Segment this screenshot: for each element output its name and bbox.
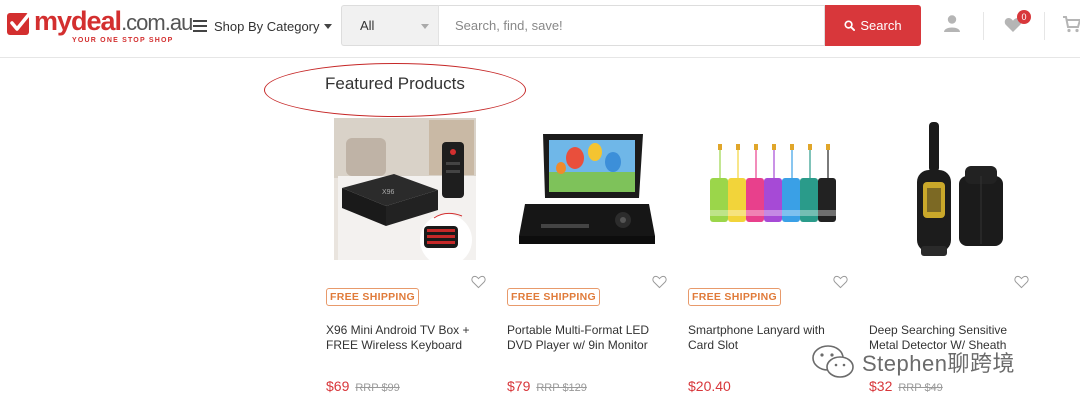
rrp-price: RRP $49 — [898, 382, 943, 394]
sale-price: $20.40 — [688, 378, 731, 394]
search-icon — [844, 20, 856, 31]
chevron-down-icon — [421, 24, 429, 29]
search-category-value: All — [360, 18, 375, 33]
user-account-icon[interactable] — [943, 14, 961, 33]
search-button[interactable]: Search — [825, 5, 921, 46]
divider — [983, 12, 984, 40]
wishlist-count-badge: 0 — [1017, 10, 1031, 24]
free-shipping-badge: FREE SHIPPING — [507, 288, 600, 306]
wechat-icon — [812, 345, 854, 378]
search-button-label: Search — [860, 18, 902, 33]
checkmark-logo-icon — [7, 11, 32, 35]
header-divider — [0, 57, 1080, 58]
search-category-select[interactable]: All — [341, 5, 438, 46]
logo-wordmark: mydeal.com.au — [34, 6, 193, 36]
product-image-dvd-player[interactable] — [515, 118, 657, 260]
sale-price: $32 — [869, 378, 893, 394]
product-title[interactable]: X96 Mini Android TV Box + FREE Wireless … — [326, 323, 486, 353]
sale-price: $79 — [507, 378, 531, 394]
svg-text:X96: X96 — [382, 189, 395, 196]
sale-price: $69 — [326, 378, 350, 394]
product-image-lanyards[interactable] — [696, 118, 838, 260]
divider — [1044, 12, 1045, 40]
heart-outline-icon[interactable] — [833, 275, 848, 289]
free-shipping-badge: FREE SHIPPING — [688, 288, 781, 306]
shop-by-category-label: Shop By Category — [214, 18, 320, 34]
product-card[interactable]: FREE SHIPPING Portable Multi-Format LED … — [507, 118, 675, 410]
cart-icon[interactable] — [1063, 16, 1080, 33]
heart-outline-icon[interactable] — [471, 275, 486, 289]
shop-by-category-menu[interactable]: Shop By Category — [193, 14, 332, 38]
product-price: $79 RRP $129 — [507, 378, 587, 396]
product-title[interactable]: Portable Multi-Format LED DVD Player w/ … — [507, 323, 667, 353]
heart-outline-icon[interactable] — [1014, 275, 1029, 289]
hamburger-icon — [193, 20, 207, 32]
product-price: $32 RRP $49 — [869, 378, 943, 396]
site-header: mydeal.com.au YOUR ONE STOP SHOP Shop By… — [0, 0, 1080, 52]
product-price: $69 RRP $99 — [326, 378, 400, 396]
mydeal-logo[interactable]: mydeal.com.au YOUR ONE STOP SHOP — [6, 6, 193, 44]
product-price: $20.40 — [688, 378, 731, 396]
heart-outline-icon[interactable] — [652, 275, 667, 289]
highlight-ellipse-annotation — [264, 63, 526, 117]
free-shipping-badge: FREE SHIPPING — [326, 288, 419, 306]
search-bar: All Search — [341, 5, 921, 46]
chevron-down-icon — [323, 23, 332, 29]
product-image-metal-detector[interactable] — [877, 118, 1019, 260]
product-card[interactable]: X96 FREE SHIPPING X96 Mini Android TV Bo… — [326, 118, 494, 410]
logo-tagline: YOUR ONE STOP SHOP — [72, 37, 174, 44]
product-image-tv-box[interactable]: X96 — [334, 118, 476, 260]
watermark-text: Stephen聊跨境 — [862, 351, 1015, 376]
rrp-price: RRP $129 — [536, 382, 587, 394]
wechat-watermark: Stephen聊跨境 — [810, 344, 1015, 380]
rrp-price: RRP $99 — [355, 382, 400, 394]
search-input[interactable] — [438, 5, 825, 46]
